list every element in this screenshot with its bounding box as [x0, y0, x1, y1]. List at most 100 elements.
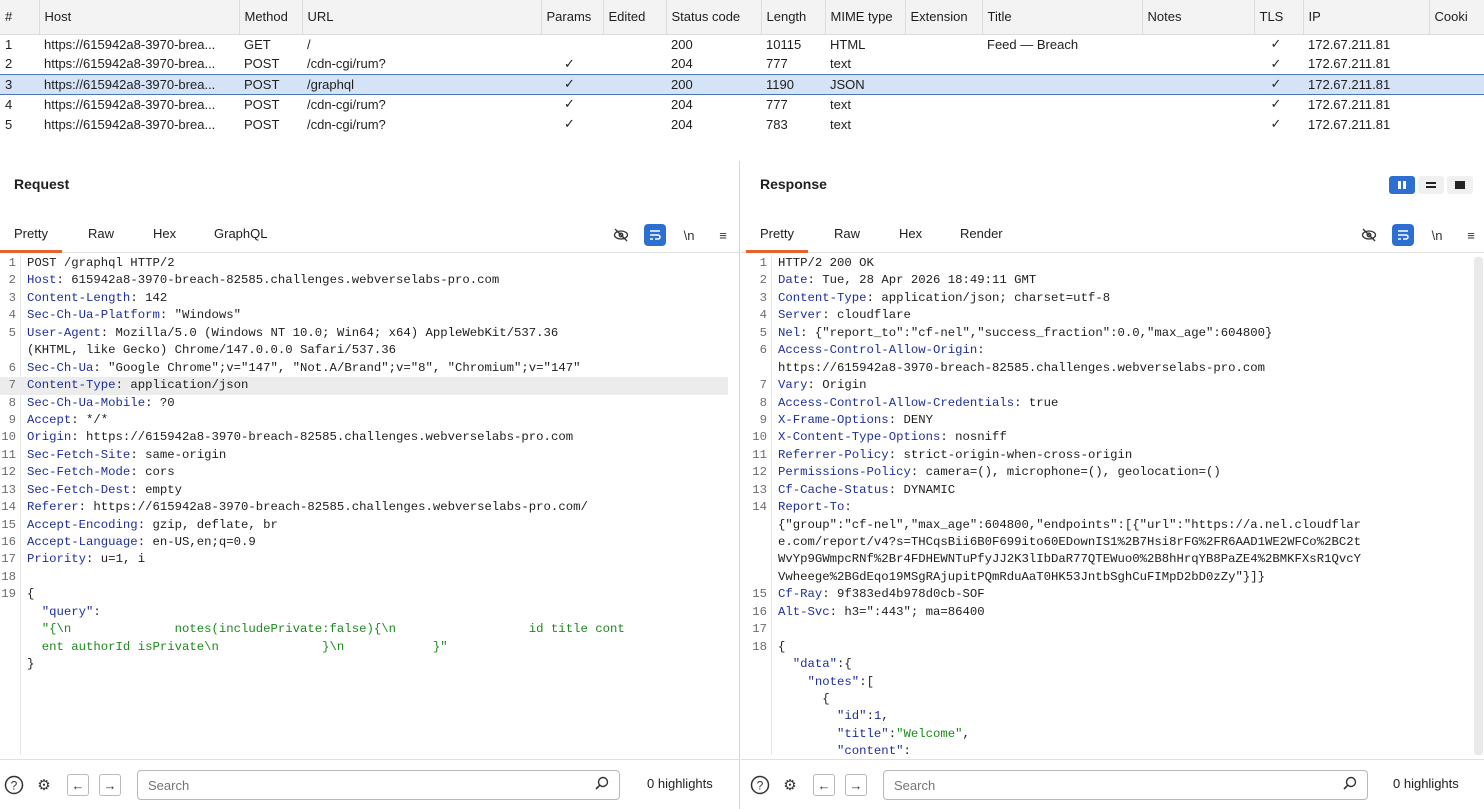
- code-line: 6 Sec-Ch-Ua: "Google Chrome";v="147", "No…: [0, 360, 728, 377]
- request-search-box[interactable]: [137, 770, 620, 800]
- menu-icon[interactable]: ≡: [712, 224, 734, 246]
- word-wrap-icon[interactable]: [1392, 224, 1414, 246]
- help-icon[interactable]: ?: [749, 774, 771, 796]
- header-name: Accept-Encoding: [27, 517, 138, 532]
- request-tab-hex[interactable]: Hex: [153, 223, 176, 253]
- column-header[interactable]: Status code: [666, 0, 762, 35]
- line-number: 6: [759, 343, 767, 358]
- column-header[interactable]: Host: [39, 0, 240, 35]
- line-content: Access-Control-Allow-Credentials: true: [778, 395, 1058, 412]
- header-name: Nel: [778, 325, 801, 340]
- column-header[interactable]: MIME type: [825, 0, 906, 35]
- response-tabs: Pretty Raw Hex Render \n ≡: [741, 215, 1484, 253]
- history-cell-title: [982, 73, 1142, 95]
- response-editor[interactable]: 1 HTTP/2 200 OK 2 Date: Tue, 28 Apr 2026 18…: [751, 255, 1473, 755]
- hide-nonprintable-icon[interactable]: [610, 224, 632, 246]
- settings-gear-icon[interactable]: ⚙: [33, 774, 55, 796]
- column-header[interactable]: Title: [982, 0, 1143, 35]
- column-header[interactable]: #: [0, 0, 40, 35]
- next-arrow-icon[interactable]: →: [99, 774, 121, 796]
- history-cell-params: ✓: [564, 116, 575, 131]
- header-name: Content-Length: [27, 290, 131, 305]
- column-header[interactable]: Notes: [1142, 0, 1255, 35]
- word-wrap-icon[interactable]: [644, 224, 666, 246]
- history-cell-tls: ✓: [1270, 36, 1282, 52]
- code-text: : gzip, deflate, br: [137, 517, 278, 532]
- history-row[interactable]: 2 https://615942a8-3970-brea... POST/cdn-c…: [0, 54, 1484, 74]
- request-tab-graphql[interactable]: GraphQL: [214, 223, 267, 253]
- line-content: Vwheege%2BGdEqo19MSgRAjupitPQmRduAaT0HK5…: [778, 569, 1265, 586]
- code-text: :: [93, 604, 101, 619]
- settings-gear-icon[interactable]: ⚙: [779, 774, 801, 796]
- line-number: 2: [8, 273, 16, 288]
- column-header[interactable]: TLS: [1254, 0, 1304, 35]
- response-tab-hex[interactable]: Hex: [899, 223, 922, 253]
- history-cell-mime: text: [830, 96, 851, 112]
- response-tab-raw[interactable]: Raw: [834, 223, 860, 253]
- history-row[interactable]: 5 https://615942a8-3970-brea... POST/cdn-c…: [0, 114, 1484, 134]
- layout-side-by-side-icon[interactable]: [1389, 176, 1415, 194]
- line-number: 14: [1, 500, 16, 515]
- response-scrollbar[interactable]: [1474, 257, 1483, 755]
- history-cell-method: POST: [244, 116, 280, 132]
- history-row[interactable]: 3 https://615942a8-3970-brea... POST/graph…: [0, 73, 1484, 95]
- column-header[interactable]: Extension: [905, 0, 983, 35]
- code-line: "id":1,: [751, 708, 1473, 725]
- history-cell-params: ✓: [541, 73, 603, 95]
- line-content: Referer: https://615942a8-3970-breach-82…: [27, 499, 588, 516]
- history-cell-cookies: [1429, 34, 1484, 54]
- help-icon[interactable]: ?: [3, 774, 25, 796]
- history-cell-params: ✓: [564, 96, 575, 112]
- previous-arrow-icon[interactable]: ←: [813, 774, 835, 796]
- code-line: 12 Permissions-Policy: camera=(), microph…: [751, 464, 1473, 481]
- line-content: ent authorId isPrivate\n }\n }": [27, 639, 448, 656]
- column-header[interactable]: Method: [239, 0, 303, 35]
- history-cell-mime: text: [830, 56, 851, 72]
- history-cell-num: 5: [5, 116, 13, 132]
- request-tab-raw[interactable]: Raw: [88, 223, 114, 253]
- code-line: 16 Accept-Language: en-US,en;q=0.9: [0, 534, 728, 551]
- request-search-input[interactable]: [138, 771, 571, 799]
- code-text: : */*: [71, 412, 109, 427]
- response-search-input[interactable]: [884, 771, 1319, 799]
- line-number: 17: [1, 552, 16, 567]
- layout-single-icon[interactable]: [1447, 176, 1473, 194]
- line-number: 5: [759, 325, 767, 340]
- request-tab-pretty[interactable]: Pretty: [0, 223, 62, 253]
- history-row[interactable]: 4 https://615942a8-3970-brea... POST/cdn-c…: [0, 94, 1484, 114]
- line-number: 13: [1, 482, 16, 497]
- response-tab-render[interactable]: Render: [960, 223, 1003, 253]
- line-content: POST /graphql HTTP/2: [27, 255, 175, 272]
- column-header[interactable]: Edited: [603, 0, 667, 35]
- response-tab-pretty[interactable]: Pretty: [746, 223, 808, 253]
- code-line: 18 {: [751, 639, 1473, 656]
- newline-toggle-icon[interactable]: \n: [678, 224, 700, 246]
- response-search-box[interactable]: [883, 770, 1368, 800]
- request-editor[interactable]: 1 POST /graphql HTTP/2 2 Host: 615942a8-397…: [0, 255, 728, 755]
- column-header[interactable]: Length: [761, 0, 826, 35]
- history-cell-status: 200: [671, 36, 693, 52]
- previous-arrow-icon[interactable]: ←: [67, 774, 89, 796]
- history-row[interactable]: 1 https://615942a8-3970-brea... GET / 200 101…: [0, 34, 1484, 54]
- column-header[interactable]: Cooki: [1429, 0, 1484, 35]
- next-arrow-icon[interactable]: →: [845, 774, 867, 796]
- newline-toggle-icon[interactable]: \n: [1426, 224, 1448, 246]
- menu-icon[interactable]: ≡: [1460, 224, 1482, 246]
- column-header[interactable]: IP: [1303, 0, 1430, 35]
- column-header[interactable]: URL: [302, 0, 542, 35]
- line-content: Access-Control-Allow-Origin:: [778, 342, 985, 359]
- code-text: :{: [837, 657, 852, 672]
- history-cell-edited: [603, 114, 666, 134]
- line-number: 11: [1, 447, 16, 462]
- column-header[interactable]: Params: [541, 0, 604, 35]
- history-cell-ext: [905, 54, 982, 74]
- code-text: :: [977, 343, 985, 358]
- json-key: "notes": [778, 674, 860, 689]
- code-text: e.com/report/v4?s=THCqsBii6B0F699ito60ED…: [778, 535, 1361, 549]
- json-string: "Welcome": [896, 726, 963, 741]
- code-line: 5 User-Agent: Mozilla/5.0 (Windows NT 10.…: [0, 325, 728, 342]
- json-key: "data": [778, 657, 838, 672]
- json-key: "content": [778, 744, 904, 755]
- hide-nonprintable-icon[interactable]: [1358, 224, 1380, 246]
- layout-stacked-icon[interactable]: [1418, 176, 1444, 194]
